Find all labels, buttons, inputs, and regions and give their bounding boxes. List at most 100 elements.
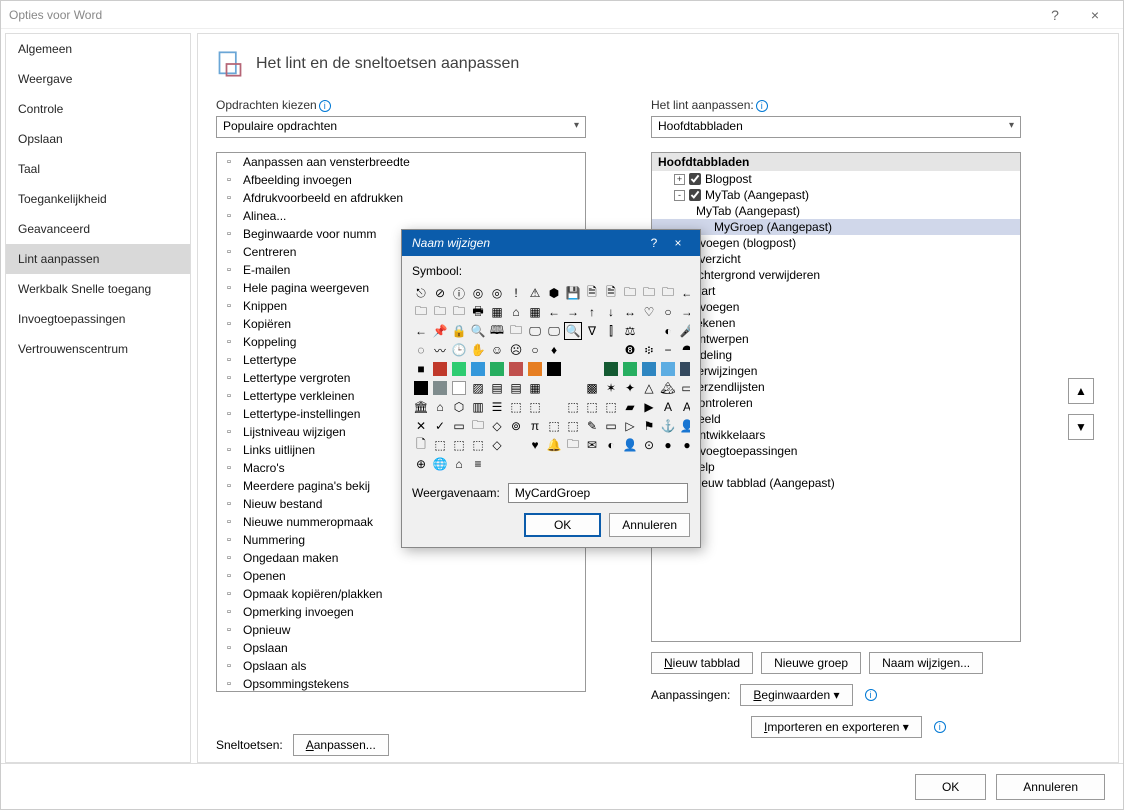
- symbol-cell[interactable]: ⬚: [431, 436, 449, 454]
- expand-icon[interactable]: +: [674, 174, 685, 185]
- sidebar-item[interactable]: Algemeen: [6, 34, 190, 64]
- symbol-cell[interactable]: →: [678, 303, 690, 321]
- rename-button[interactable]: Naam wijzigen...: [869, 652, 983, 674]
- symbol-cell[interactable]: ■: [412, 360, 430, 378]
- symbol-cell[interactable]: 🔍: [564, 322, 582, 340]
- symbol-cell[interactable]: 🌐: [431, 455, 449, 473]
- symbol-cell[interactable]: ◐: [602, 436, 620, 454]
- symbol-cell[interactable]: ▦: [488, 303, 506, 321]
- symbol-cell[interactable]: ⬚: [507, 398, 525, 416]
- symbol-cell[interactable]: [602, 341, 620, 359]
- tree-node[interactable]: Verwijzingen: [652, 363, 1020, 379]
- symbol-cell[interactable]: ⬚: [602, 398, 620, 416]
- tree-node[interactable]: Invoegtoepassingen: [652, 443, 1020, 459]
- symbol-cell[interactable]: [602, 360, 620, 378]
- symbol-cell[interactable]: [526, 360, 544, 378]
- symbol-cell[interactable]: ↔: [621, 303, 639, 321]
- symbol-cell[interactable]: ♥: [526, 436, 544, 454]
- symbol-cell[interactable]: ≡: [469, 455, 487, 473]
- symbol-cell[interactable]: ●: [659, 436, 677, 454]
- tree-node[interactable]: Ontwikkelaars: [652, 427, 1020, 443]
- tree-node[interactable]: Ontwerpen: [652, 331, 1020, 347]
- symbol-cell[interactable]: 🕮: [488, 322, 506, 340]
- symbol-cell[interactable]: ⚖: [621, 322, 639, 340]
- sidebar-item[interactable]: Geavanceerd: [6, 214, 190, 244]
- symbol-cell[interactable]: ✉: [583, 436, 601, 454]
- symbol-cell[interactable]: 🗀: [469, 417, 487, 435]
- symbol-cell[interactable]: ☰: [488, 398, 506, 416]
- symbol-cell[interactable]: ❽: [621, 341, 639, 359]
- tree-node[interactable]: -MyTab (Aangepast): [652, 187, 1020, 203]
- tree-node[interactable]: Verzendlijsten: [652, 379, 1020, 395]
- symbol-cell[interactable]: [545, 360, 563, 378]
- symbol-cell[interactable]: [469, 360, 487, 378]
- symbol-cell[interactable]: ◎: [469, 284, 487, 302]
- reset-button[interactable]: Beginwaarden ▾: [740, 684, 852, 706]
- command-item[interactable]: ▫Opsommingstekens: [217, 675, 585, 692]
- symbol-cell[interactable]: [640, 360, 658, 378]
- symbol-cell[interactable]: [507, 360, 525, 378]
- command-item[interactable]: ▫Aanpassen aan vensterbreedte: [217, 153, 585, 171]
- tree-node[interactable]: Indeling: [652, 347, 1020, 363]
- symbol-cell[interactable]: [431, 379, 449, 397]
- import-export-button[interactable]: Importeren en exporteren ▾: [751, 716, 922, 738]
- symbol-cell[interactable]: ▭: [450, 417, 468, 435]
- symbol-cell[interactable]: [659, 360, 677, 378]
- symbol-cell[interactable]: ▦: [526, 303, 544, 321]
- symbol-cell[interactable]: [640, 322, 658, 340]
- symbol-cell[interactable]: ⌂: [431, 398, 449, 416]
- symbol-cell[interactable]: ●: [678, 436, 690, 454]
- symbol-cell[interactable]: ♡: [640, 303, 658, 321]
- help-icon[interactable]: i: [319, 100, 331, 112]
- symbol-cell[interactable]: 🗀: [412, 303, 430, 321]
- symbol-cell[interactable]: ✕: [412, 417, 430, 435]
- display-name-input[interactable]: [508, 483, 688, 503]
- symbol-cell[interactable]: ⯊: [678, 341, 690, 359]
- symbol-cell[interactable]: △: [640, 379, 658, 397]
- symbol-cell[interactable]: [412, 379, 430, 397]
- symbol-cell[interactable]: 🗀: [564, 436, 582, 454]
- symbol-cell[interactable]: 🗀: [659, 284, 677, 302]
- symbol-cell[interactable]: ✋: [469, 341, 487, 359]
- symbol-cell[interactable]: ✓: [431, 417, 449, 435]
- symbol-cell[interactable]: ⬚: [450, 436, 468, 454]
- command-item[interactable]: ▫Opnieuw: [217, 621, 585, 639]
- symbol-cell[interactable]: [450, 379, 468, 397]
- sidebar-item[interactable]: Taal: [6, 154, 190, 184]
- symbol-cell[interactable]: ⬚: [564, 417, 582, 435]
- symbol-cell[interactable]: 🗀: [621, 284, 639, 302]
- help-icon[interactable]: i: [934, 721, 946, 733]
- symbol-cell[interactable]: ⬚: [526, 398, 544, 416]
- symbol-cell[interactable]: 🗀: [507, 322, 525, 340]
- symbol-cell[interactable]: −: [659, 341, 677, 359]
- symbol-cell[interactable]: !: [507, 284, 525, 302]
- symbol-cell[interactable]: ▭: [602, 417, 620, 435]
- symbol-cell[interactable]: 👤: [678, 417, 690, 435]
- symbol-cell[interactable]: ▥: [469, 398, 487, 416]
- customize-shortcuts-button[interactable]: Aanpassen...: [293, 734, 389, 756]
- new-tab-button[interactable]: Nieuw tabblad: [651, 652, 753, 674]
- move-down-button[interactable]: ▼: [1068, 414, 1094, 440]
- symbol-cell[interactable]: ▶: [640, 398, 658, 416]
- help-icon[interactable]: ?: [1035, 7, 1075, 23]
- help-icon[interactable]: i: [756, 100, 768, 112]
- choose-commands-dropdown[interactable]: Populaire opdrachten: [216, 116, 586, 138]
- symbol-cell[interactable]: 🖵: [526, 322, 544, 340]
- symbol-cell[interactable]: ⌂: [450, 455, 468, 473]
- symbol-cell[interactable]: [431, 360, 449, 378]
- close-icon[interactable]: ×: [1075, 7, 1115, 23]
- command-item[interactable]: ▫Afbeelding invoegen: [217, 171, 585, 189]
- sidebar-item[interactable]: Opslaan: [6, 124, 190, 154]
- tree-node[interactable]: Invoegen: [652, 299, 1020, 315]
- symbol-cell[interactable]: ⫿: [602, 322, 620, 340]
- dialog-close-icon[interactable]: ×: [666, 236, 690, 250]
- sidebar-item[interactable]: Controle: [6, 94, 190, 124]
- symbol-cell[interactable]: [450, 360, 468, 378]
- symbol-cell[interactable]: ▤: [507, 379, 525, 397]
- sidebar-item[interactable]: Invoegtoepassingen: [6, 304, 190, 334]
- symbol-cell[interactable]: 🗀: [431, 303, 449, 321]
- command-item[interactable]: ▫Opslaan: [217, 639, 585, 657]
- symbol-cell[interactable]: ▦: [526, 379, 544, 397]
- tree-node[interactable]: +Blogpost: [652, 171, 1020, 187]
- symbol-cell[interactable]: 〰: [431, 341, 449, 359]
